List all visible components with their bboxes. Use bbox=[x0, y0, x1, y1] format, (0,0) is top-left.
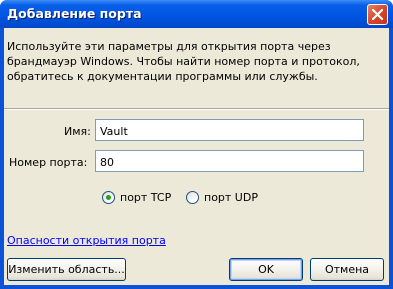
name-input[interactable] bbox=[95, 119, 364, 141]
radio-tcp-circle[interactable] bbox=[102, 191, 115, 204]
cancel-button[interactable]: Отмена bbox=[310, 258, 384, 281]
title-bar[interactable]: Добавление порта bbox=[0, 0, 393, 28]
radio-udp[interactable]: порт UDP bbox=[186, 191, 258, 204]
close-button[interactable] bbox=[367, 4, 388, 25]
radio-tcp[interactable]: порт TCP bbox=[102, 191, 171, 204]
radio-selected-dot bbox=[106, 195, 111, 200]
radio-tcp-label: порт TCP bbox=[120, 191, 172, 204]
separator bbox=[4, 108, 389, 110]
ok-button[interactable]: OK bbox=[229, 258, 303, 281]
window-title: Добавление порта bbox=[7, 6, 142, 21]
radio-udp-label: порт UDP bbox=[204, 191, 258, 204]
add-port-dialog: Добавление порта Используйте эти парамет… bbox=[0, 0, 393, 289]
change-scope-button[interactable]: Изменить область... bbox=[7, 258, 126, 281]
port-number-label: Номер порта: bbox=[9, 156, 88, 169]
description-text: Используйте эти параметры для открытия п… bbox=[7, 40, 360, 83]
name-label: Имя: bbox=[64, 125, 91, 138]
radio-udp-circle[interactable] bbox=[186, 191, 199, 204]
port-number-input[interactable] bbox=[95, 150, 364, 172]
dialog-body: Используйте эти параметры для открытия п… bbox=[4, 28, 389, 285]
close-icon bbox=[372, 9, 383, 20]
port-risks-link[interactable]: Опасности открытия порта bbox=[7, 234, 166, 247]
